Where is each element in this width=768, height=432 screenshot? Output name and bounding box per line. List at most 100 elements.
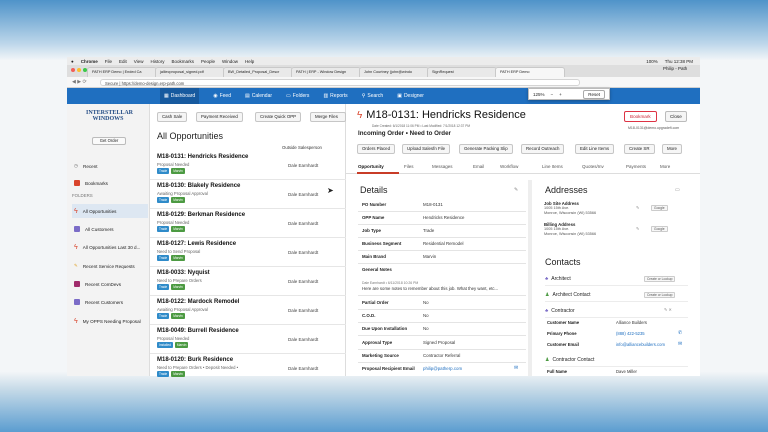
edit-icon[interactable]: ✎ ✕ [664,307,672,312]
create-quick-opp-button[interactable]: Create Quick OPP [255,112,302,122]
bookmark-button[interactable]: Bookmark [624,111,657,122]
browser-tab[interactable]: PATH | ERP - Window Design [291,67,361,77]
create-lookup-button[interactable]: Create or Lookup [644,292,676,298]
browser-tab-active[interactable]: PATH ERP Demo [495,67,565,77]
list-item[interactable]: M18-0127: Lewis Residence Need to Send Pr… [150,238,346,267]
back-forward-icon[interactable]: ◀ ▶ ⟳ [72,79,87,85]
edit-icon[interactable]: ✎ [514,187,518,193]
browser-tab[interactable]: John Courtney (john@windo [359,67,429,77]
record-outreach-button[interactable]: Record Outreach [521,144,565,154]
field-value: M18-0131 [423,202,443,207]
close-button[interactable]: Close [665,111,687,122]
zoom-in-button[interactable]: + [559,92,562,97]
tab-email[interactable]: Email [473,164,484,169]
menu-window[interactable]: Window [222,59,238,64]
phone-icon[interactable]: ✆ [678,330,682,336]
nav-reports[interactable]: ▥ Reports [323,93,347,99]
notes-text: Here are some notes to remember about th… [362,286,499,291]
create-lookup-button[interactable]: Create or Lookup [644,276,676,282]
tab-more[interactable]: More [660,164,670,169]
contact-contractor-contact[interactable]: ♟ Contractor Contact [545,353,688,367]
more-actions-button[interactable]: More [662,144,683,154]
create-sr-button[interactable]: Create SR [624,144,655,154]
menu-file[interactable]: File [105,59,112,64]
field-label: C.O.D. [362,313,376,318]
list-item[interactable]: M18-0131: Hendricks Residence Proposal Ne… [150,151,346,180]
tab-quotes[interactable]: Quotes/Inv [582,164,604,169]
browser-tab[interactable]: PATH ERP Demo | Ended Ca [87,67,157,77]
zoom-out-button[interactable]: − [551,92,554,97]
upload-file-button[interactable]: Upload Salesfn File [402,144,451,154]
sidebar-item-opps-last-30[interactable]: ϟ All Opportunities Last 30 d... [72,240,148,254]
menu-edit[interactable]: Edit [119,59,127,64]
badge: Marvin [171,197,185,203]
menu-bookmarks[interactable]: Bookmarks [171,59,194,64]
edit-line-items-button[interactable]: Edit Line Items [575,144,615,154]
get-order-button[interactable]: Get Order [92,137,126,145]
sidebar-item-all-customers[interactable]: All Customers [72,222,148,236]
list-item[interactable]: M18-0120: Burk Residence Need to Prepare … [150,354,346,377]
list-item[interactable]: M18-0129: Berkman Residence Proposal Need… [150,209,346,238]
list-item[interactable]: M18-0049: Burrell Residence Proposal Need… [150,325,346,354]
menu-help[interactable]: Help [245,59,254,64]
list-item[interactable]: M18-0130: Blakely Residence Awaiting Prop… [150,180,346,209]
list-item[interactable]: M18-0122: Mardock Remodel Awaiting Propos… [150,296,346,325]
tab-opportunity[interactable]: Opportunity [358,164,384,169]
generate-packing-slip-button[interactable]: Generate Packing Slip [459,144,513,154]
nav-feed[interactable]: ◉ Feed [213,93,231,99]
list-title: All Opportunities [157,131,224,141]
sidebar-item-needing-proposal[interactable]: ϟ My OPPS Needing Proposal [72,314,148,328]
tab-line-items[interactable]: Line Items [542,164,563,169]
nav-calendar[interactable]: ▤ Calendar [245,93,272,99]
close-window-icon[interactable] [71,68,75,72]
field-label: OPP Name [362,215,385,220]
browser-tab[interactable]: SignRequest [427,67,497,77]
sidebar-item-bookmarks[interactable]: Bookmarks [72,176,148,190]
apple-icon[interactable]: ● [71,59,74,64]
payment-received-button[interactable]: Payment Received [196,112,243,122]
tab-payments[interactable]: Payments [626,164,646,169]
tab-messages[interactable]: Messages [432,164,453,169]
profile-name[interactable]: Philip - Path [663,66,687,71]
address-bar[interactable]: Secure | https://demo-design.erp-path.co… [100,79,580,86]
nav-designer[interactable]: ▣ Designer [397,93,424,99]
search-icon: ⚲ [361,93,366,99]
google-map-button[interactable]: Google [651,226,668,232]
contact-field-label: Primary Phone [547,331,577,336]
details-scrollbar[interactable] [528,180,532,376]
menu-history[interactable]: History [150,59,164,64]
menu-view[interactable]: View [134,59,144,64]
sidebar-item-recent-customers[interactable]: Recent Customers [72,295,148,309]
edit-icon[interactable]: ✎ [636,205,639,210]
phone-link[interactable]: (888) 422-5235 [616,331,645,336]
opp-email[interactable]: M18-0131@demo.upgradefi.com [628,126,679,130]
nav-folders[interactable]: ▭ Folders [286,93,309,99]
browser-tab[interactable]: jalliecproposal_signed.pdf [155,67,225,77]
add-address-icon[interactable]: ▭ [675,187,680,193]
merge-files-button[interactable]: Merge Files [310,112,346,122]
menu-people[interactable]: People [201,59,215,64]
browser-tab[interactable]: BW_Detailed_Proposal_Descr [223,67,293,77]
column-header-salesperson[interactable]: Outside Salesperson [282,145,322,150]
email-link[interactable]: info@alliancebuilders.com [616,342,665,347]
tab-files[interactable]: Files [404,164,414,169]
maximize-window-icon[interactable] [83,68,87,72]
recipient-email-link[interactable]: philip@patherp.com [423,366,462,371]
sidebar-item-recent[interactable]: ◷ Recent [72,159,148,173]
sidebar-item-comdevs[interactable]: Recent ComDevs [72,277,148,291]
mail-icon[interactable]: ✉ [514,365,518,371]
sidebar-item-all-opportunities[interactable]: ϟ All Opportunities [72,204,148,218]
tab-workflow[interactable]: Workflow [500,164,518,169]
sidebar-item-service-requests[interactable]: ✎ Recent Service Requests [72,259,148,273]
edit-icon[interactable]: ✎ [636,226,639,231]
minimize-window-icon[interactable] [77,68,81,72]
google-map-button[interactable]: Google [651,205,668,211]
mail-icon[interactable]: ✉ [678,341,682,347]
zoom-reset-button[interactable]: Reset [583,89,605,99]
nav-search[interactable]: ⚲ Search [362,93,384,99]
nav-dashboard[interactable]: ▦ Dashboard [160,88,200,104]
list-item[interactable]: M18-0033: Nyquist Need to Prepare Orders … [150,267,346,296]
orders-placed-button[interactable]: Orders Placed [357,144,396,154]
menu-app[interactable]: Chrome [81,59,98,64]
cash-sale-button[interactable]: Cash Sale [157,112,188,122]
